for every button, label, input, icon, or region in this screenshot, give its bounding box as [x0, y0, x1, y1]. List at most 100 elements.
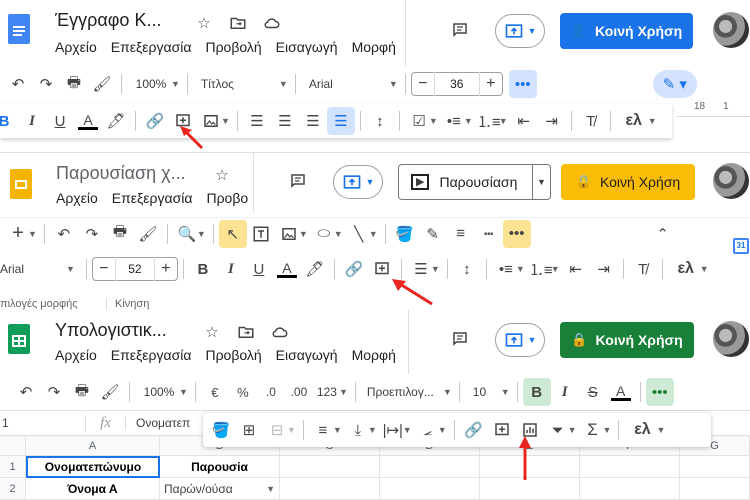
add-comment-icon[interactable] [488, 416, 516, 444]
font-size-input[interactable]: 36 [433, 72, 480, 96]
tab-transition[interactable]: Κίνηση [106, 298, 149, 310]
avatar[interactable] [713, 163, 749, 199]
avatar[interactable] [713, 12, 749, 48]
chevron-down-icon[interactable]: ▼ [334, 229, 343, 239]
cell-g1[interactable] [680, 456, 750, 478]
menu-format[interactable]: Μορφή [352, 347, 396, 363]
more-options-icon[interactable]: ••• [502, 219, 531, 248]
select-cursor-icon[interactable]: ↖ [218, 219, 247, 248]
decrease-indent-icon[interactable]: ⇤ [562, 255, 590, 283]
chevron-down-icon[interactable]: ▼ [179, 387, 188, 397]
menu-edit[interactable]: Επεξεργασία [111, 39, 192, 55]
chevron-down-icon[interactable]: ▼ [568, 425, 577, 435]
chevron-down-icon[interactable]: ▼ [389, 79, 398, 89]
chevron-down-icon[interactable]: ▼ [431, 264, 440, 274]
menu-edit[interactable]: Επεξεργασία [111, 347, 192, 363]
bold-button[interactable]: B [522, 378, 551, 406]
chevron-down-icon[interactable]: ▼ [501, 387, 510, 397]
italic-button[interactable]: I [18, 107, 46, 135]
align-left-icon[interactable]: ☰ [243, 107, 271, 135]
more-options-icon[interactable]: ••• [645, 378, 674, 406]
font-size-input[interactable]: 52 [114, 257, 155, 281]
increase-size-button[interactable]: + [155, 260, 177, 278]
row-header[interactable]: 2 [0, 478, 26, 500]
collapse-toolbar-icon[interactable]: ⌃ [649, 220, 677, 248]
style-select[interactable]: Τίτλος [193, 77, 283, 91]
highlight-icon[interactable]: 🖊 [102, 107, 130, 135]
italic-button[interactable]: I [551, 378, 579, 406]
align-justify-icon[interactable]: ☰ [326, 107, 355, 135]
star-icon[interactable]: ☆ [190, 9, 218, 37]
cell-c1[interactable] [280, 456, 380, 478]
chevron-down-icon[interactable]: ▼ [499, 116, 508, 126]
name-box[interactable]: 1 [0, 416, 85, 430]
fill-color-icon[interactable]: 🪣 [207, 416, 235, 444]
clear-formatting-icon[interactable]: T̸ [577, 107, 605, 135]
print-icon[interactable]: 🖶 [68, 378, 96, 406]
chevron-down-icon[interactable]: ▼ [197, 229, 206, 239]
cell-f2[interactable] [580, 478, 680, 500]
star-icon[interactable]: ☆ [208, 161, 236, 189]
link-icon[interactable]: 🔗 [340, 255, 368, 283]
docs-share-button[interactable]: 👤 Κοινή Χρήση [560, 13, 693, 49]
chevron-down-icon[interactable]: ▼ [700, 264, 709, 274]
fill-color-icon[interactable]: 🪣 [391, 220, 419, 248]
chevron-down-icon[interactable]: ▼ [603, 425, 612, 435]
menu-insert[interactable]: Εισαγωγή [276, 347, 338, 363]
row-header[interactable]: 1 [0, 456, 26, 478]
chevron-down-icon[interactable]: ▼ [171, 79, 180, 89]
underline-button[interactable]: U [245, 255, 273, 283]
bold-button[interactable]: B [0, 107, 18, 135]
cell-g2[interactable] [680, 478, 750, 500]
currency-format-button[interactable]: € [201, 378, 229, 406]
menu-file[interactable]: Αρχείο [55, 347, 97, 363]
border-weight-icon[interactable]: ≡ [447, 220, 475, 248]
border-dash-icon[interactable]: ┅ [475, 220, 503, 248]
underline-button[interactable]: U [46, 107, 74, 135]
menu-file[interactable]: Αρχείο [55, 39, 97, 55]
link-icon[interactable]: 🔗 [141, 107, 169, 135]
link-icon[interactable]: 🔗 [460, 416, 488, 444]
chevron-down-icon[interactable]: ▼ [333, 425, 342, 435]
menu-view[interactable]: Προβο [206, 190, 248, 206]
redo-icon[interactable]: ↷ [78, 220, 106, 248]
cell-b2-dropdown[interactable]: Παρών/ούσα ▼ [160, 478, 280, 500]
menu-view[interactable]: Προβολή [205, 39, 261, 55]
cloud-status-icon[interactable] [258, 9, 286, 37]
chevron-down-icon[interactable]: ▼ [299, 229, 308, 239]
chevron-down-icon[interactable]: ▼ [287, 425, 296, 435]
increase-size-button[interactable]: + [480, 75, 502, 93]
editing-mode-icon[interactable]: ✎ ▾ [652, 70, 697, 98]
line-spacing-icon[interactable]: ↕ [366, 107, 394, 135]
move-to-folder-icon[interactable] [224, 9, 252, 37]
docs-present-upload-button[interactable]: ▼ [495, 14, 545, 48]
text-color-button[interactable]: A [74, 107, 102, 135]
menu-insert[interactable]: Εισαγωγή [276, 39, 338, 55]
input-tools-button[interactable]: ελ [616, 107, 652, 135]
star-icon[interactable]: ☆ [198, 318, 226, 346]
menu-view[interactable]: Προβολή [205, 347, 261, 363]
undo-icon[interactable]: ↶ [50, 220, 78, 248]
paint-format-icon[interactable]: 🖌 [134, 220, 162, 248]
italic-button[interactable]: I [217, 255, 245, 283]
chevron-down-icon[interactable]: ▼ [266, 484, 275, 494]
decrease-decimal-button[interactable]: .0 [257, 378, 285, 406]
sheets-upload-button[interactable]: ▼ [495, 323, 545, 357]
menu-edit[interactable]: Επεξεργασία [112, 190, 193, 206]
avatar[interactable] [713, 321, 749, 357]
comments-icon[interactable] [446, 16, 474, 44]
zoom-select[interactable]: 100% [135, 385, 183, 399]
menu-format[interactable]: Μορφή [352, 39, 396, 55]
cloud-status-icon[interactable] [266, 318, 294, 346]
paint-format-icon[interactable]: 🖌 [96, 378, 124, 406]
slides-share-button[interactable]: 🔒 Κοινή Χρήση [561, 164, 695, 200]
chevron-down-icon[interactable]: ▼ [443, 387, 452, 397]
paint-format-icon[interactable]: 🖌 [88, 70, 116, 98]
border-color-icon[interactable]: ✎ [419, 220, 447, 248]
chevron-down-icon[interactable]: ▼ [279, 79, 288, 89]
chevron-down-icon[interactable]: ▼ [369, 229, 378, 239]
font-select[interactable]: Arial [0, 262, 70, 276]
slideshow-dropdown[interactable]: ▼ [532, 165, 550, 199]
clear-formatting-icon[interactable]: T̸ [629, 255, 657, 283]
decrease-size-button[interactable]: − [93, 260, 115, 278]
